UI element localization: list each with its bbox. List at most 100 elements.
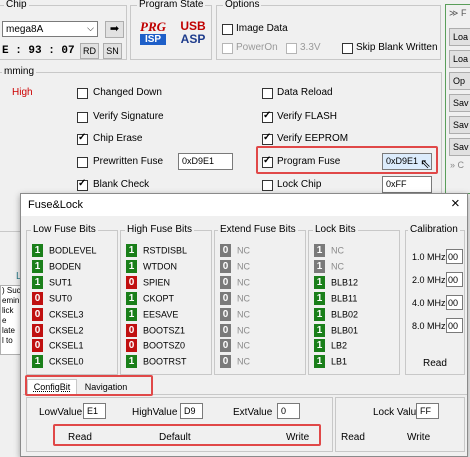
- ext-value-label: ExtValue: [233, 407, 273, 418]
- prewritten-fuse-checkbox[interactable]: [77, 157, 88, 168]
- low-bit-toggle[interactable]: 0: [32, 323, 43, 337]
- calibration-field[interactable]: 00: [446, 249, 463, 264]
- lock-bit-name: LB1: [331, 356, 348, 367]
- chip-erase-label: Chip Erase: [93, 133, 143, 144]
- prg-isp-logo: PRG ISP: [138, 20, 168, 45]
- low-bit-toggle[interactable]: 1: [32, 244, 43, 257]
- low-value-field[interactable]: E1: [83, 403, 106, 419]
- side-button-4[interactable]: Sav: [449, 94, 470, 112]
- programming-title: mming: [2, 66, 37, 77]
- calibration-field[interactable]: 00: [446, 272, 463, 287]
- extend-bit-name: NC: [237, 261, 250, 272]
- go-arrow-button[interactable]: ➡: [105, 21, 124, 38]
- extend-bit-row: 0 NC: [220, 323, 250, 339]
- low-bit-toggle[interactable]: 0: [32, 307, 43, 321]
- verify-flash-label: Verify FLASH: [277, 111, 338, 122]
- extend-bit-row: 0 NC: [220, 275, 250, 291]
- side-button-2[interactable]: Loa: [449, 50, 470, 68]
- verify-flash-checkbox[interactable]: [262, 110, 273, 123]
- low-bit-toggle[interactable]: 0: [32, 339, 43, 353]
- extend-bit-toggle[interactable]: 0: [220, 259, 231, 273]
- lock-read-button[interactable]: Read: [341, 432, 365, 443]
- verify-eeprom-checkbox[interactable]: [262, 132, 273, 145]
- lock-bit-toggle[interactable]: 1: [314, 259, 325, 273]
- low-bit-row: 1 BODLEVEL: [32, 244, 97, 259]
- low-bit-row: 0 CKSEL1: [32, 339, 84, 354]
- low-bit-row: 0 CKSEL2: [32, 323, 84, 339]
- blank-check-checkbox[interactable]: [77, 178, 88, 191]
- extend-bit-toggle[interactable]: 0: [220, 339, 231, 353]
- lock-bit-toggle[interactable]: 1: [314, 339, 325, 353]
- high-bit-toggle[interactable]: 0: [126, 323, 137, 337]
- lock-bit-toggle[interactable]: 1: [314, 323, 325, 337]
- extend-bit-name: NC: [237, 356, 250, 367]
- extend-bit-toggle[interactable]: 0: [220, 275, 231, 289]
- high-bit-toggle[interactable]: 0: [126, 339, 137, 353]
- high-bit-name: BOOTSZ0: [143, 340, 186, 351]
- extend-bit-toggle[interactable]: 0: [220, 355, 231, 369]
- options-title: Options: [223, 0, 262, 10]
- changed-down-checkbox[interactable]: [77, 88, 88, 99]
- rd-button[interactable]: RD: [80, 43, 99, 59]
- chip-select[interactable]: mega8A ⌵: [2, 21, 98, 37]
- side-button-5[interactable]: Sav: [449, 116, 470, 134]
- lock-bit-toggle[interactable]: 1: [314, 307, 325, 321]
- chevron-down-icon: ⌵: [87, 23, 94, 33]
- low-bit-name: CKSEL1: [49, 340, 84, 351]
- side-button-1[interactable]: Loa: [449, 28, 470, 46]
- log-line: lick: [2, 306, 14, 315]
- low-bit-name: SUT0: [49, 293, 73, 304]
- lock-bit-name: BLB02: [331, 309, 359, 320]
- verify-signature-checkbox[interactable]: [77, 112, 88, 123]
- high-value-field[interactable]: D9: [180, 403, 203, 419]
- calibration-field[interactable]: 00: [446, 318, 463, 333]
- changed-down-label: Changed Down: [93, 87, 162, 98]
- high-bit-toggle[interactable]: 1: [126, 259, 137, 273]
- image-data-checkbox[interactable]: [222, 24, 233, 35]
- data-reload-checkbox[interactable]: [262, 88, 273, 99]
- extend-bit-row: 0 NC: [220, 291, 250, 307]
- high-bit-toggle[interactable]: 0: [126, 275, 137, 289]
- calibration-read-button[interactable]: Read: [423, 358, 447, 369]
- high-bit-toggle[interactable]: 1: [126, 244, 137, 257]
- low-bit-toggle[interactable]: 1: [32, 275, 43, 289]
- lock-bit-toggle[interactable]: 1: [314, 275, 325, 289]
- prewritten-fuse-field[interactable]: 0xD9E1: [178, 153, 233, 170]
- side-button-3[interactable]: Op: [449, 72, 470, 90]
- lock-bit-name: NC: [331, 245, 344, 256]
- high-bit-name: SPIEN: [143, 277, 171, 288]
- dialog-lock-value-field[interactable]: FF: [416, 403, 439, 419]
- chip-erase-checkbox[interactable]: [77, 132, 88, 145]
- lock-bit-toggle[interactable]: 1: [314, 244, 325, 257]
- lock-value-field[interactable]: 0xFF: [382, 176, 432, 193]
- low-bit-toggle[interactable]: 1: [32, 259, 43, 273]
- side-button-6[interactable]: Sav: [449, 138, 470, 156]
- extend-bit-toggle[interactable]: 0: [220, 244, 231, 257]
- lock-write-button[interactable]: Write: [407, 432, 430, 443]
- ext-value-field[interactable]: 0: [277, 403, 300, 419]
- low-bit-toggle[interactable]: 1: [32, 355, 43, 369]
- high-bit-row: 1 EESAVE: [126, 307, 179, 323]
- program-fuse-highlight: [256, 146, 438, 174]
- sn-button[interactable]: SN: [103, 43, 122, 59]
- lock-chip-checkbox[interactable]: [262, 180, 273, 191]
- lock-bit-row: 1 LB2: [314, 339, 347, 354]
- extend-bit-toggle[interactable]: 0: [220, 291, 231, 305]
- high-bit-row: 1 WTDON: [126, 259, 177, 275]
- lock-bit-toggle[interactable]: 1: [314, 291, 325, 305]
- high-bit-toggle[interactable]: 1: [126, 307, 137, 321]
- power-on-checkbox[interactable]: [222, 43, 233, 54]
- high-bit-row: 0 BOOTSZ0: [126, 339, 185, 354]
- skip-blank-checkbox[interactable]: [342, 43, 353, 54]
- close-icon[interactable]: ×: [451, 195, 460, 212]
- calibration-label: 2.0 MHz: [412, 275, 446, 285]
- low-bit-toggle[interactable]: 0: [32, 291, 43, 305]
- high-bit-toggle[interactable]: 1: [126, 355, 137, 369]
- calibration-field[interactable]: 00: [446, 295, 463, 310]
- extend-bit-toggle[interactable]: 0: [220, 307, 231, 321]
- high-bit-toggle[interactable]: 1: [126, 291, 137, 305]
- high-bit-name: EESAVE: [143, 309, 179, 320]
- lock-bit-toggle[interactable]: 1: [314, 355, 325, 369]
- v33-checkbox[interactable]: [286, 43, 297, 54]
- extend-bit-toggle[interactable]: 0: [220, 323, 231, 337]
